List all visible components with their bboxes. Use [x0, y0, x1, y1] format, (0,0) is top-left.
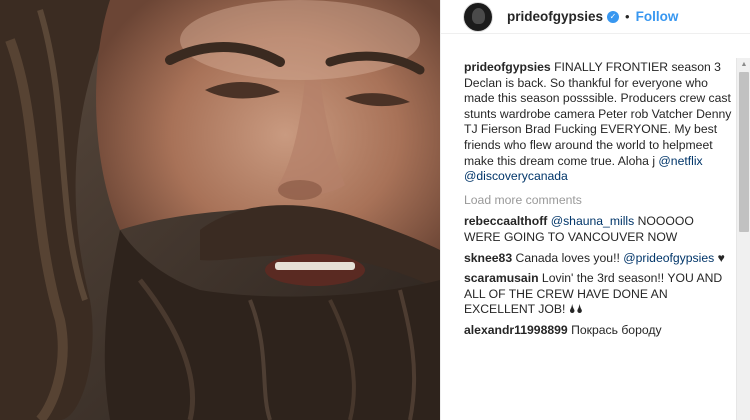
scroll-up-arrow-icon[interactable]: ▲	[737, 58, 750, 72]
post-caption: prideofgypsies FINALLY FRONTIER season 3…	[464, 60, 732, 185]
scroll-thumb[interactable]	[739, 72, 749, 232]
header-separator: •	[625, 9, 630, 24]
comment-username[interactable]: sknee83	[464, 251, 512, 265]
post-side-panel: prideofgypsies ✓ • Follow prideofgypsies…	[440, 0, 750, 420]
caption-mention-netflix[interactable]: @netflix	[658, 154, 702, 168]
comment-username[interactable]: scaramusain	[464, 271, 539, 285]
comment-item: sknee83 Canada loves you!! @prideofgypsi…	[464, 251, 732, 267]
comment-username[interactable]: rebeccaalthoff	[464, 214, 547, 228]
comment-item: alexandr11998899 Покрась бороду	[464, 323, 732, 339]
comment-mention[interactable]: @prideofgypsies	[623, 251, 714, 265]
caption-text: FINALLY FRONTIER season 3 Declan is back…	[464, 60, 732, 168]
comment-text: Покрась бороду	[567, 322, 662, 337]
profile-avatar-icon[interactable]	[463, 1, 493, 32]
verified-badge-icon: ✓	[607, 10, 620, 23]
post-header: prideofgypsies ✓ • Follow	[441, 0, 750, 34]
comment-username[interactable]: alexandr11998899	[464, 323, 568, 337]
post-video[interactable]	[0, 0, 440, 420]
load-more-comments-button[interactable]: Load more comments	[464, 193, 732, 209]
heart-emoji: ♥	[714, 250, 725, 265]
comment-item: scaramusain Lovin' the 3rd season!! YOU …	[464, 271, 732, 318]
video-frame	[0, 0, 440, 420]
comment-item: rebeccaalthoff @shauna_mills NOOOOO WERE…	[464, 214, 732, 245]
comment-mention[interactable]: @shauna_mills	[551, 214, 635, 228]
caption-username[interactable]: prideofgypsies	[464, 60, 551, 74]
comment-text: Canada loves you!!	[512, 250, 624, 265]
follow-button[interactable]: Follow	[636, 9, 679, 24]
comments-list: prideofgypsies FINALLY FRONTIER season 3…	[464, 60, 732, 344]
caption-mention-discoverycanada[interactable]: @discoverycanada	[464, 169, 568, 183]
header-username[interactable]: prideofgypsies	[507, 9, 603, 24]
comments-scrollbar[interactable]: ▲	[736, 58, 750, 420]
